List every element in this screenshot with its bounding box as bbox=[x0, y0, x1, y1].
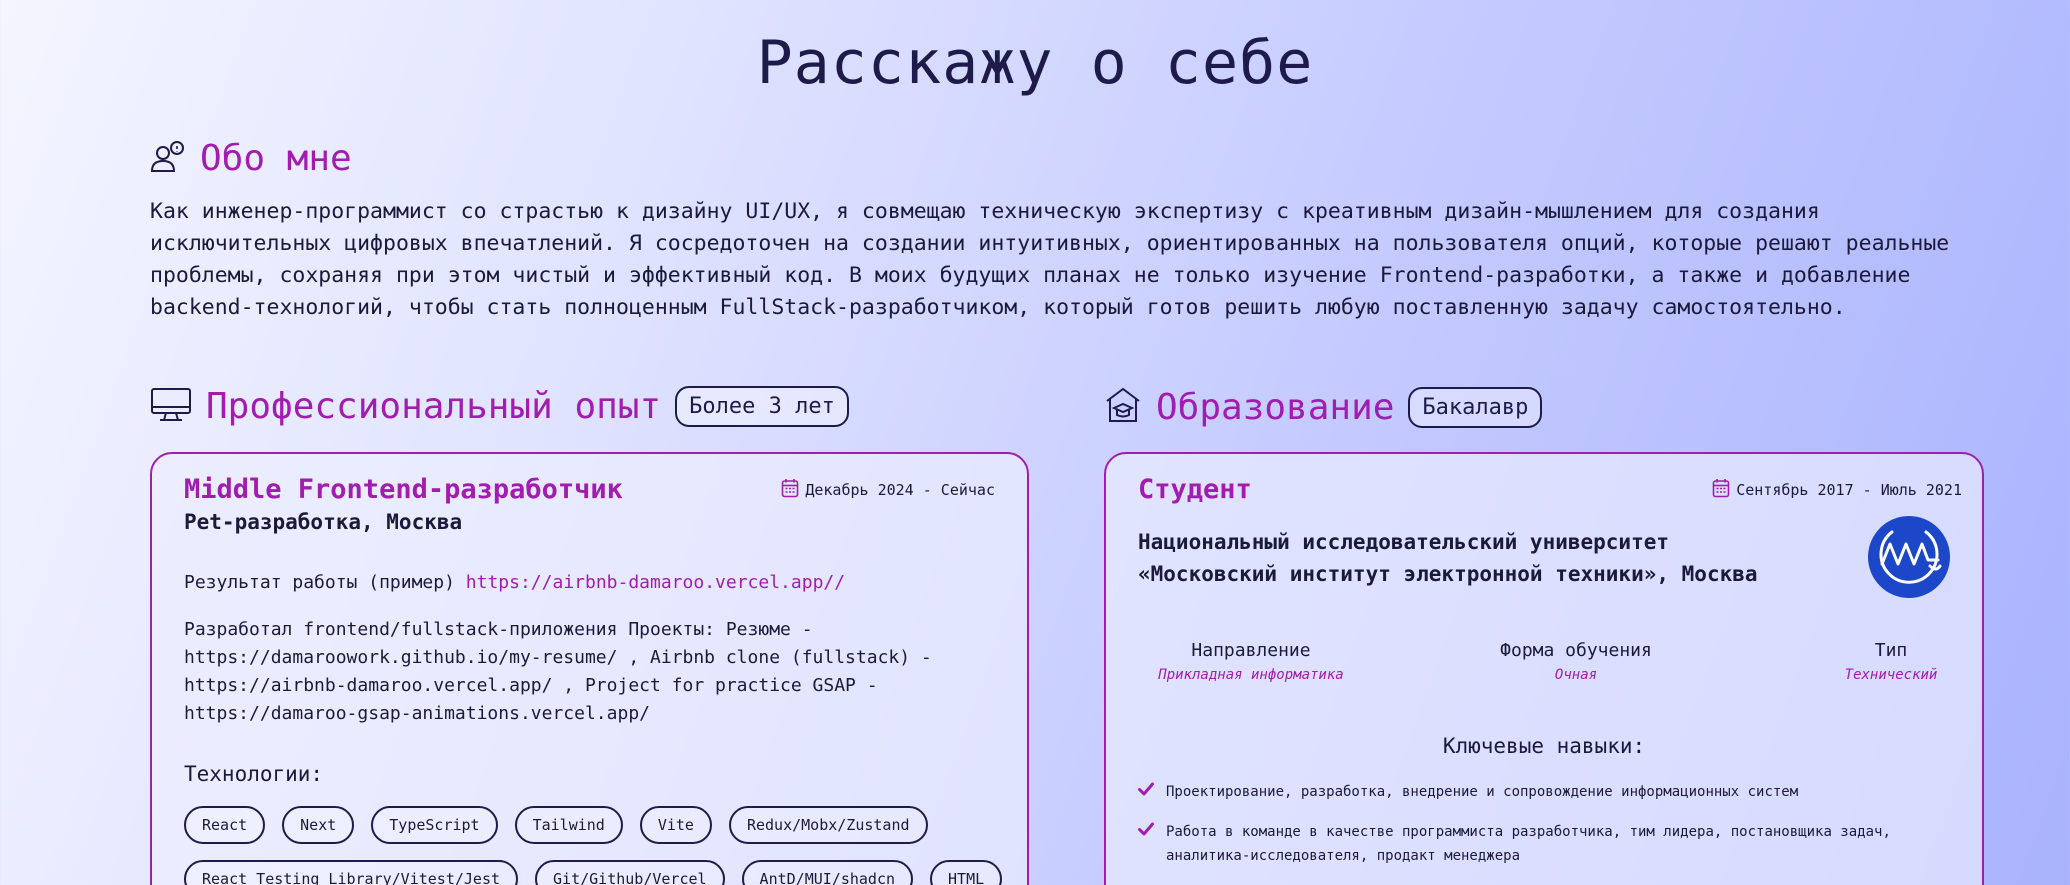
experience-section-header: Профессиональный опыт Более 3 лет bbox=[150, 386, 849, 427]
job-description: Разработал frontend/fullstack-приложения… bbox=[184, 619, 932, 724]
tech-tag: Redux/Mobx/Zustand bbox=[728, 806, 928, 844]
list-item: Работа в команде в качестве программиста… bbox=[1138, 820, 1958, 868]
monitor-icon bbox=[150, 387, 192, 427]
experience-title: Профессиональный опыт bbox=[206, 386, 662, 427]
tech-tag: Vite bbox=[639, 806, 712, 844]
calendar-icon bbox=[1712, 478, 1730, 502]
about-section-header: Обо мне bbox=[150, 138, 352, 179]
skills-title: Ключевые навыки: bbox=[1442, 734, 1646, 758]
skills-list: Проектирование, разработка, внедрение и … bbox=[1138, 780, 1958, 884]
about-title: Обо мне bbox=[200, 138, 352, 179]
school-icon bbox=[1104, 386, 1142, 428]
education-date: Сентябрь 2017 - Июль 2021 bbox=[1712, 478, 1962, 502]
about-text: Как инженер-программист со страстью к ди… bbox=[150, 199, 1950, 320]
user-speech-icon bbox=[150, 140, 186, 178]
education-title: Образование bbox=[1156, 386, 1395, 428]
education-badge: Бакалавр bbox=[1408, 386, 1543, 428]
job-result-label: Результат работы (пример) bbox=[184, 572, 455, 593]
fact-label: Форма обучения bbox=[1500, 640, 1652, 661]
tech-label: Технологии: bbox=[184, 762, 324, 786]
fact-label: Направление bbox=[1191, 640, 1311, 661]
job-result: Результат работы (пример) https://airbnb… bbox=[184, 572, 845, 593]
fact-study-form: Форма обучения Очная bbox=[1476, 640, 1676, 683]
university-line-1: Национальный исследовательский университ… bbox=[1138, 530, 1670, 554]
job-date-text: Декабрь 2024 - Сейчас bbox=[805, 481, 995, 499]
experience-badge: Более 3 лет bbox=[675, 386, 849, 427]
tech-tag: AntD/MUI/shadcn bbox=[741, 860, 914, 885]
fact-value: Технический bbox=[1844, 667, 1938, 683]
fact-label: Тип bbox=[1874, 640, 1908, 661]
university-name: Национальный исследовательский университ… bbox=[1138, 526, 1838, 590]
fact-type: Тип Технический bbox=[1826, 640, 1956, 683]
education-date-text: Сентябрь 2017 - Июль 2021 bbox=[1736, 481, 1962, 499]
tech-tag: HTML bbox=[930, 860, 1003, 885]
tech-tags: React Next TypeScript Tailwind Vite Redu… bbox=[184, 806, 1004, 885]
university-logo bbox=[1868, 516, 1950, 598]
job-role: Middle Frontend-разработчик bbox=[184, 474, 623, 505]
tech-tag: Next bbox=[282, 806, 355, 844]
experience-card: Middle Frontend-разработчик Декабрь 2024… bbox=[150, 452, 1029, 885]
tech-tag: Git/Github/Vercel bbox=[535, 860, 725, 885]
skill-text: Работа в команде в качестве программиста… bbox=[1166, 824, 1891, 864]
education-section-header: Образование Бакалавр bbox=[1104, 386, 1543, 428]
tech-tag: TypeScript bbox=[371, 806, 498, 844]
tech-tag: React Testing Library/Vitest/Jest bbox=[184, 860, 519, 885]
list-item: Проектирование, разработка, внедрение и … bbox=[1138, 780, 1958, 804]
skill-text: Проектирование, разработка, внедрение и … bbox=[1166, 784, 1799, 800]
education-role: Студент bbox=[1138, 474, 1252, 505]
check-icon bbox=[1138, 820, 1156, 868]
university-line-2: «Московский институт электронной техники… bbox=[1138, 562, 1758, 586]
tech-tag: Tailwind bbox=[514, 806, 623, 844]
education-card: Студент Сентябрь 2017 - Июль 2021 Национ… bbox=[1104, 452, 1984, 885]
page-title: Расскажу о себе bbox=[756, 28, 1314, 98]
fact-value: Прикладная информатика bbox=[1158, 667, 1344, 683]
calendar-icon bbox=[781, 478, 799, 502]
check-icon bbox=[1138, 780, 1156, 804]
fact-direction: Направление Прикладная информатика bbox=[1142, 640, 1360, 683]
tech-tag: React bbox=[184, 806, 266, 844]
job-date: Декабрь 2024 - Сейчас bbox=[781, 478, 995, 502]
fact-value: Очная bbox=[1554, 667, 1598, 683]
job-company: Pet-разработка, Москва bbox=[184, 510, 463, 534]
job-result-link[interactable]: https://airbnb-damaroo.vercel.app// bbox=[466, 572, 845, 593]
